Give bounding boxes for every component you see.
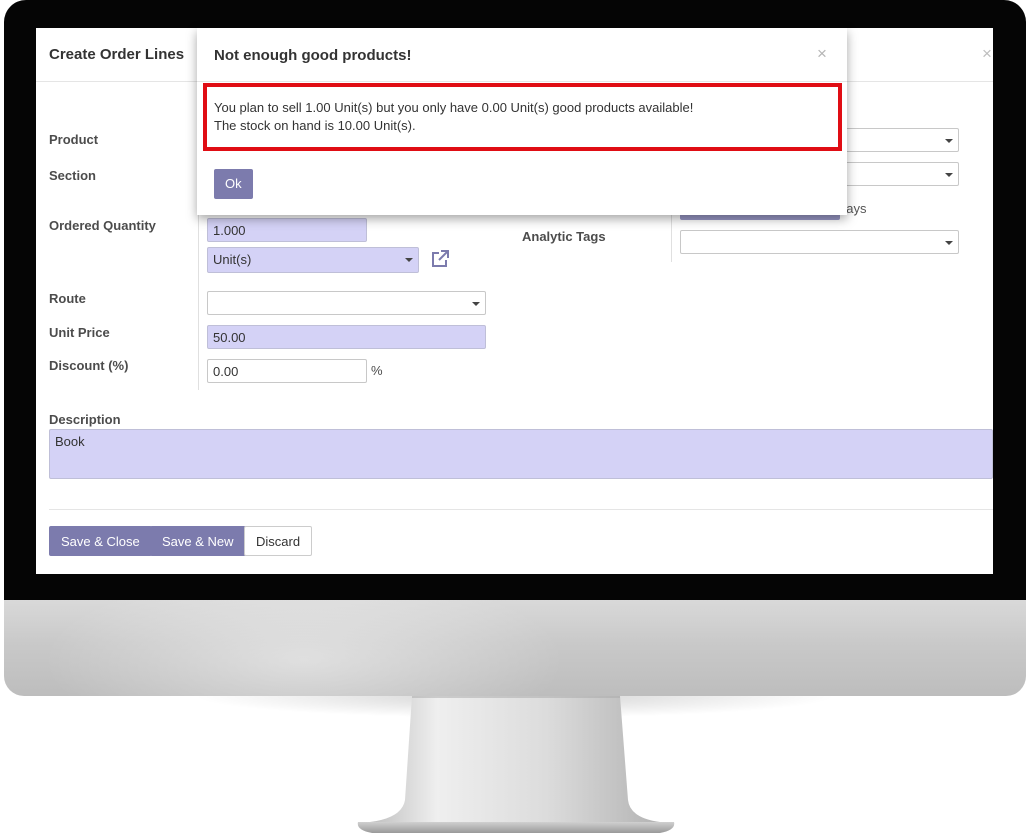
section-label: Section [49,168,96,183]
chevron-down-icon [405,258,413,262]
monitor-neck-shadow [190,696,840,730]
unit-price-input[interactable]: 50.00 [207,325,486,349]
save-close-button[interactable]: Save & Close [49,526,152,556]
uom-select[interactable]: Unit(s) [207,247,419,273]
chevron-down-icon [945,173,953,177]
monitor-chin-shine [4,600,1026,696]
form-title: Create Order Lines [49,46,185,63]
ordered-quantity-label: Ordered Quantity [49,218,156,233]
dialog-message-line-1: You plan to sell 1.00 Unit(s) but you on… [214,100,694,115]
uom-value: Unit(s) [213,252,252,267]
form-close-icon[interactable]: × [982,44,992,64]
footer-divider [49,509,993,510]
discount-label: Discount (%) [49,358,129,373]
save-new-button[interactable]: Save & New [150,526,246,556]
analytic-tags-label: Analytic Tags [522,229,606,244]
route-label: Route [49,291,86,306]
discount-input[interactable]: 0.00 [207,359,367,383]
chevron-down-icon [945,139,953,143]
external-link-icon[interactable] [430,249,450,269]
discount-percent-suffix: % [371,363,383,378]
warning-dialog: Not enough good products! × You plan to … [197,28,847,215]
highlight-box [203,83,842,151]
stage: Create Order Lines × Product Section day… [0,0,1026,836]
product-label: Product [49,132,99,147]
description-label: Description [49,412,121,427]
close-icon[interactable]: × [817,44,827,64]
chevron-down-icon [945,241,953,245]
dialog-message-line-2: The stock on hand is 10.00 Unit(s). [214,118,416,133]
ordered-quantity-input[interactable]: 1.000 [207,218,367,242]
discard-button[interactable]: Discard [244,526,313,556]
chevron-down-icon [472,302,480,306]
description-textarea[interactable]: Book [49,429,993,479]
route-select[interactable] [207,291,486,315]
ok-button[interactable]: Ok [214,169,253,199]
dialog-header-divider [197,81,847,82]
dialog-title: Not enough good products! [214,47,412,64]
unit-price-label: Unit Price [49,325,110,340]
analytic-tags-select[interactable] [680,230,959,254]
